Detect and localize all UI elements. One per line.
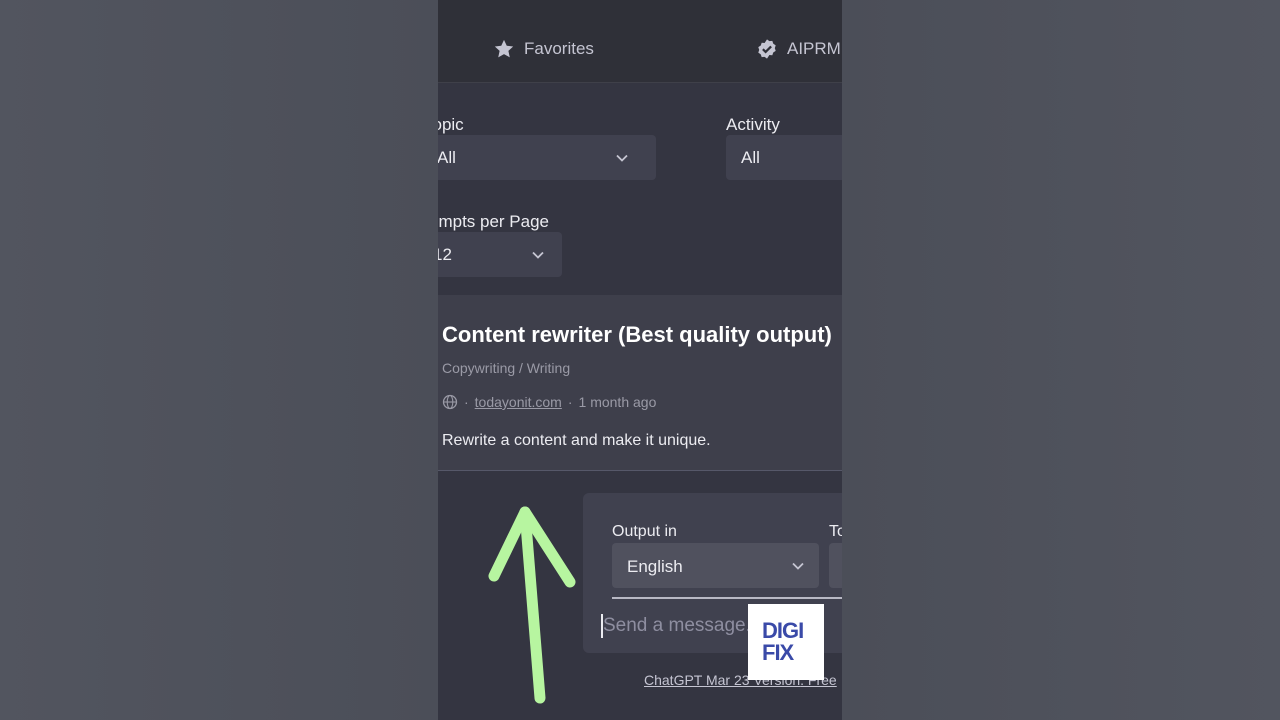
tone-label: Tone	[829, 523, 842, 540]
topic-label: Topic	[438, 115, 464, 134]
message-input[interactable]: Send a message...	[603, 615, 761, 637]
background-left	[0, 0, 438, 720]
prompt-card-age: 1 month ago	[578, 394, 657, 410]
chevron-down-icon	[616, 154, 628, 162]
composer-divider	[612, 597, 842, 599]
prompt-card-title: Content rewriter (Best quality output)	[442, 322, 832, 347]
background-right	[842, 0, 1280, 720]
prompt-card-description: Rewrite a content and make it unique.	[442, 432, 711, 449]
meta-separator: ·	[567, 394, 573, 410]
prompt-card[interactable]: Content rewriter (Best quality output) C…	[438, 295, 842, 471]
tab-aiprm[interactable]: AIPRM	[756, 38, 841, 60]
annotation-arrow-icon	[488, 506, 576, 704]
tone-select[interactable]	[829, 543, 842, 588]
app-window: Favorites AIPRM Topic All Activity All P…	[438, 0, 842, 720]
activity-select-value: All	[741, 148, 760, 167]
logo-line-2: FIX	[762, 640, 794, 665]
prompts-per-page-label: Prompts per Page	[438, 212, 550, 231]
activity-select[interactable]: All	[726, 135, 842, 180]
activity-label: Activity	[726, 115, 780, 134]
output-language-value: English	[627, 557, 683, 576]
output-language-select[interactable]: English	[612, 543, 819, 588]
tab-bar: Favorites AIPRM	[438, 0, 842, 83]
tab-favorites-label: Favorites	[524, 39, 594, 58]
topic-select[interactable]: All	[438, 135, 656, 180]
tab-aiprm-label: AIPRM	[787, 39, 841, 58]
prompts-per-page-value: 12	[438, 245, 452, 264]
meta-separator: ·	[464, 394, 469, 410]
topic-select-value: All	[438, 148, 456, 167]
prompt-card-meta: · todayonit.com · 1 month ago	[442, 394, 656, 410]
globe-icon	[442, 394, 458, 410]
prompts-per-page-select[interactable]: 12	[438, 232, 562, 277]
star-icon	[494, 39, 514, 58]
digifix-logo: DIGI FIX	[748, 604, 824, 680]
chevron-down-icon	[532, 251, 544, 259]
prompt-card-category: Copywriting / Writing	[442, 360, 571, 376]
output-language-label: Output in	[612, 523, 677, 540]
tab-favorites[interactable]: Favorites	[493, 38, 594, 60]
chevron-down-icon	[792, 562, 804, 570]
verified-badge-icon	[758, 39, 776, 59]
author-link[interactable]: todayonit.com	[475, 394, 562, 410]
